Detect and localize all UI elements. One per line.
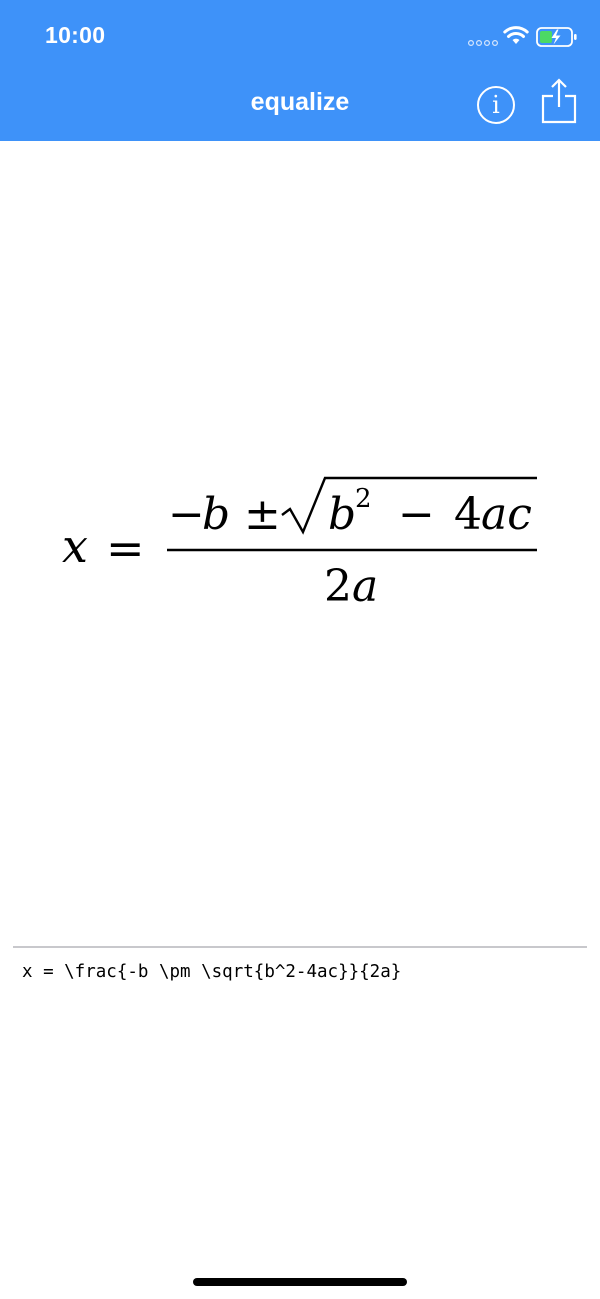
editor-divider — [13, 946, 587, 948]
formula-numerator-minus: − — [168, 489, 205, 540]
radicand-ac: ac — [481, 489, 532, 540]
info-button[interactable]: i — [477, 86, 515, 124]
info-icon: i — [492, 91, 500, 119]
formula-lhs-x: x — [62, 519, 88, 573]
formula-plus-minus: ± — [244, 489, 281, 540]
denominator-a: a — [352, 561, 378, 612]
radicand-four: 4 — [454, 489, 482, 540]
home-indicator[interactable] — [193, 1278, 407, 1286]
cellular-signal-icon — [468, 39, 498, 47]
navigation-bar: 10:00 equalize i — [0, 0, 600, 141]
battery-charging-icon — [536, 27, 577, 47]
formula-equals: = — [106, 521, 145, 575]
latex-input-field[interactable]: x = \frac{-b \pm \sqrt{b^2-4ac}}{2a} — [22, 962, 582, 992]
denominator-two: 2 — [324, 561, 352, 612]
share-icon[interactable] — [540, 77, 578, 125]
radicand-minus: − — [398, 489, 435, 540]
radicand-exponent: 2 — [355, 484, 372, 514]
formula-numerator-b: b — [202, 489, 230, 540]
status-time: 10:00 — [45, 22, 106, 48]
wifi-icon — [503, 26, 529, 44]
rendered-formula: x = − b ± b 2 − 4 ac 2 a — [62, 476, 537, 612]
radicand-b: b — [328, 489, 356, 540]
